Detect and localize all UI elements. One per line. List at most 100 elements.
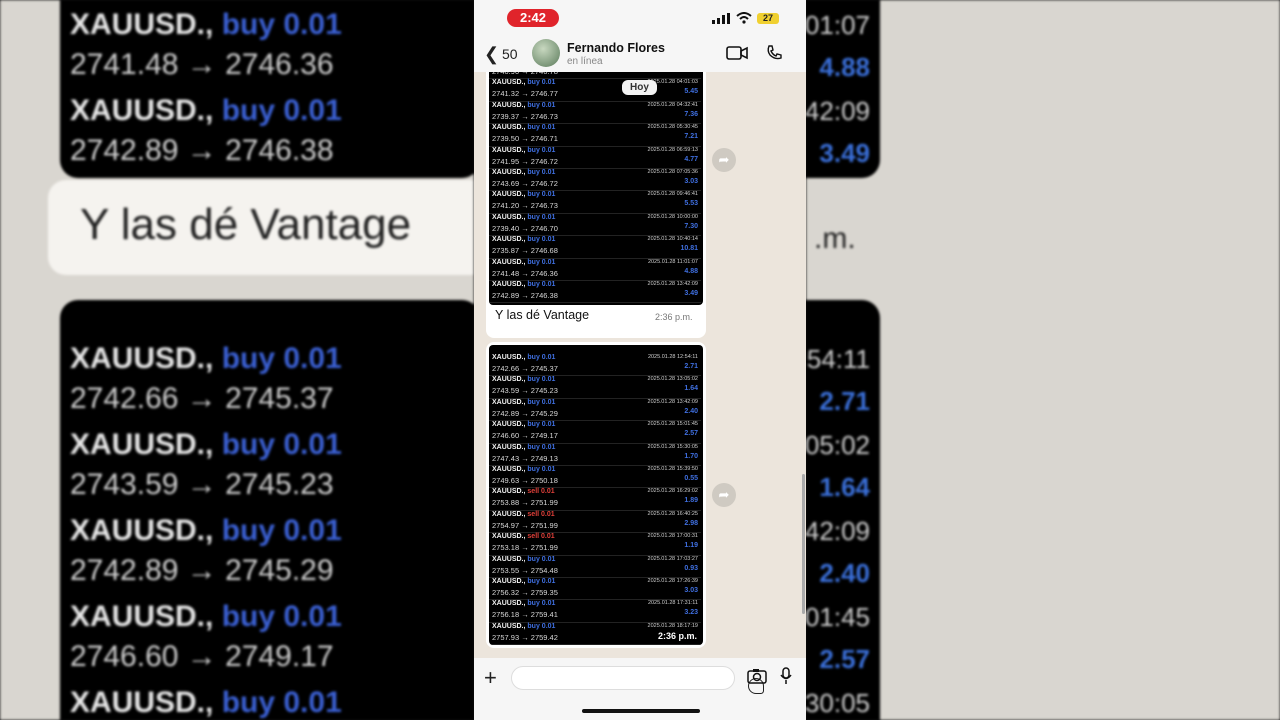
battery-indicator: 27 <box>757 13 779 24</box>
trade-profit: 5.45 <box>684 88 698 96</box>
trade-profit: 7.30 <box>684 222 698 230</box>
microphone-icon[interactable] <box>780 667 792 685</box>
trade-side: sell 0.01 <box>527 533 555 541</box>
trade-side: buy 0.01 <box>527 354 556 361</box>
message-input[interactable] <box>511 666 764 694</box>
camera-icon[interactable] <box>747 668 767 684</box>
trade-row: XAUUSD., buy 0.01 2757.93 → 2759.42 2025.0… <box>489 622 701 645</box>
bg-trade-profit: 2.40 <box>819 558 870 588</box>
trade-profit: 1.64 <box>684 385 698 393</box>
wifi-icon <box>736 12 752 24</box>
contact-name[interactable]: Fernando Flores <box>567 41 665 55</box>
symbol-text: XAUUSD., <box>492 578 526 585</box>
forward-icon[interactable]: ➦ <box>712 148 736 172</box>
trade-time: 2025.01.28 13:42:09 <box>647 398 698 405</box>
symbol-text: XAUUSD., <box>492 191 526 199</box>
back-chevron-icon[interactable]: ❮ <box>484 44 499 65</box>
trade-row: XAUUSD., sell 0.01 2753.18 → 2751.99 2025.… <box>489 532 701 556</box>
bg-trade-time: 5:30:05 <box>806 688 870 718</box>
trade-symbol: XAUUSD., buy 0.01 <box>492 399 555 406</box>
trade-prices: 2746.60 → 2749.17 <box>492 431 558 441</box>
trade-profit: 1.89 <box>684 497 698 505</box>
bg-trade-time: 5:01:45 <box>806 602 870 632</box>
trade-profit: 0.55 <box>684 475 698 482</box>
trade-profit: 1.19 <box>684 542 698 550</box>
bg-trade-symbol: XAUUSD., buy 0.01 <box>70 342 342 376</box>
phone-icon[interactable] <box>766 45 782 61</box>
trade-row: XAUUSD., buy 0.01 2742.89 → 2746.38 2025.0… <box>489 280 701 304</box>
trade-time: 2025.01.28 17:31:11 <box>647 600 698 607</box>
trade-symbol: XAUUSD., buy 0.01 <box>492 147 555 154</box>
trade-time: 2025.01.28 10:40:14 <box>647 236 698 243</box>
symbol-text: XAUUSD., <box>492 466 526 473</box>
trade-time: 2025.01.28 16:40:25 <box>647 510 698 517</box>
trade-time: 2025.01.28 11:01:07 <box>647 258 698 265</box>
trade-symbol: XAUUSD., buy 0.01 <box>492 444 555 451</box>
trade-side: buy 0.01 <box>527 578 556 585</box>
trade-side: buy 0.01 <box>527 281 556 288</box>
trade-side: sell 0.01 <box>527 510 555 518</box>
trade-row: XAUUSD., buy 0.01 2739.37 → 2746.73 2025.0… <box>489 101 701 125</box>
trade-prices: 2741.48 → 2746.36 <box>492 268 558 278</box>
status-clock: 2:42 <box>507 9 559 27</box>
trade-profit: 3.23 <box>684 609 698 617</box>
trade-time: 2025.01.28 15:01:45 <box>647 421 698 428</box>
trade-row: XAUUSD., buy 0.01 2742.66 → 2745.37 2025.0… <box>489 353 701 377</box>
trade-row: XAUUSD., buy 0.01 2749.63 → 2750.18 2025.0… <box>489 465 701 489</box>
video-call-icon[interactable] <box>726 46 748 60</box>
trade-profit: 4.77 <box>684 155 698 163</box>
bg-trade-prices: 2742.66 → 2745.37 <box>70 382 334 415</box>
trade-row: XAUUSD., buy 0.01 2741.20 → 2746.73 2025.0… <box>489 190 701 214</box>
trade-symbol: XAUUSD., buy 0.01 <box>492 623 555 630</box>
bg-trade-symbol: XAUUSD., buy 0.01 <box>70 600 342 634</box>
trade-screenshot-1[interactable]: XAUUSD., buy 0.01 2740.90 → 2746.78 2025.0… <box>489 72 703 305</box>
trade-symbol: XAUUSD., sell 0.01 <box>492 488 555 495</box>
plus-icon[interactable]: + <box>484 665 497 691</box>
trade-side: buy 0.01 <box>527 258 556 266</box>
symbol-text: XAUUSD., <box>492 169 526 176</box>
bg-symbol-text: XAUUSD., <box>70 514 214 547</box>
symbol-text: XAUUSD., <box>492 443 526 451</box>
trade-screenshot-2[interactable]: 2:36 p.m. XAUUSD., buy 0.01 2742.66 → 274… <box>489 345 703 645</box>
trade-side: buy 0.01 <box>527 622 556 630</box>
image-message-2[interactable]: 2:36 p.m. XAUUSD., buy 0.01 2742.66 → 274… <box>486 342 706 648</box>
avatar[interactable] <box>532 39 560 67</box>
symbol-text: XAUUSD., <box>492 213 526 221</box>
forward-icon[interactable]: ➦ <box>712 483 736 507</box>
trade-time: 2025.01.28 10:00:00 <box>647 213 698 220</box>
trade-prices: 2739.40 → 2746.70 <box>492 223 558 233</box>
bg-symbol-text: XAUUSD., <box>70 428 214 461</box>
trade-row: XAUUSD., buy 0.01 2756.32 → 2759.35 2025.0… <box>489 577 701 601</box>
trade-symbol: XAUUSD., buy 0.01 <box>492 124 555 131</box>
signal-icon <box>712 13 730 24</box>
symbol-text: XAUUSD., <box>492 101 526 109</box>
image-message-1[interactable]: XAUUSD., buy 0.01 2740.90 → 2746.78 2025.0… <box>486 72 706 338</box>
trade-prices: 2741.20 → 2746.73 <box>492 201 558 211</box>
trade-symbol: XAUUSD., buy 0.01 <box>492 376 555 383</box>
trade-symbol: XAUUSD., buy 0.01 <box>492 578 555 585</box>
unread-count[interactable]: 50 <box>502 46 518 62</box>
bg-trade-symbol: XAUUSD., buy 0.01 <box>70 428 342 462</box>
trade-prices: 2742.66 → 2745.37 <box>492 364 558 373</box>
trade-time: 2025.01.28 09:46:41 <box>647 191 698 198</box>
status-bar: 2:42 27 <box>474 0 806 36</box>
trade-prices: 2756.32 → 2759.35 <box>492 588 558 597</box>
trade-side: buy 0.01 <box>527 555 556 563</box>
trade-side: buy 0.01 <box>527 466 556 473</box>
scrollbar[interactable] <box>802 474 805 614</box>
trade-symbol: XAUUSD., buy 0.01 <box>492 79 555 86</box>
trade-prices: 2740.90 → 2746.78 <box>492 72 558 76</box>
trade-profit: 5.53 <box>684 200 698 208</box>
symbol-text: XAUUSD., <box>492 258 526 266</box>
trade-prices: 2747.43 → 2749.13 <box>492 453 558 463</box>
trade-side: buy 0.01 <box>527 398 556 406</box>
trade-side: sell 0.01 <box>527 488 555 496</box>
symbol-text: XAUUSD., <box>492 281 526 288</box>
trade-time: 2025.01.28 12:54:11 <box>647 354 698 360</box>
bg-trade-prices: 2742.89 → 2745.29 <box>70 554 334 587</box>
trade-prices: 2741.95 → 2746.72 <box>492 156 558 166</box>
trade-row: XAUUSD., buy 0.01 2742.89 → 2745.29 2025.0… <box>489 398 701 422</box>
bg-trade-card-bottom-right: 2:54:11 2.71 3:05:02 1.64 3:42:09 2.40 5:01:45… <box>806 300 880 720</box>
trade-prices: 2753.18 → 2751.99 <box>492 543 558 553</box>
trade-symbol: XAUUSD., sell 0.01 <box>492 533 555 540</box>
